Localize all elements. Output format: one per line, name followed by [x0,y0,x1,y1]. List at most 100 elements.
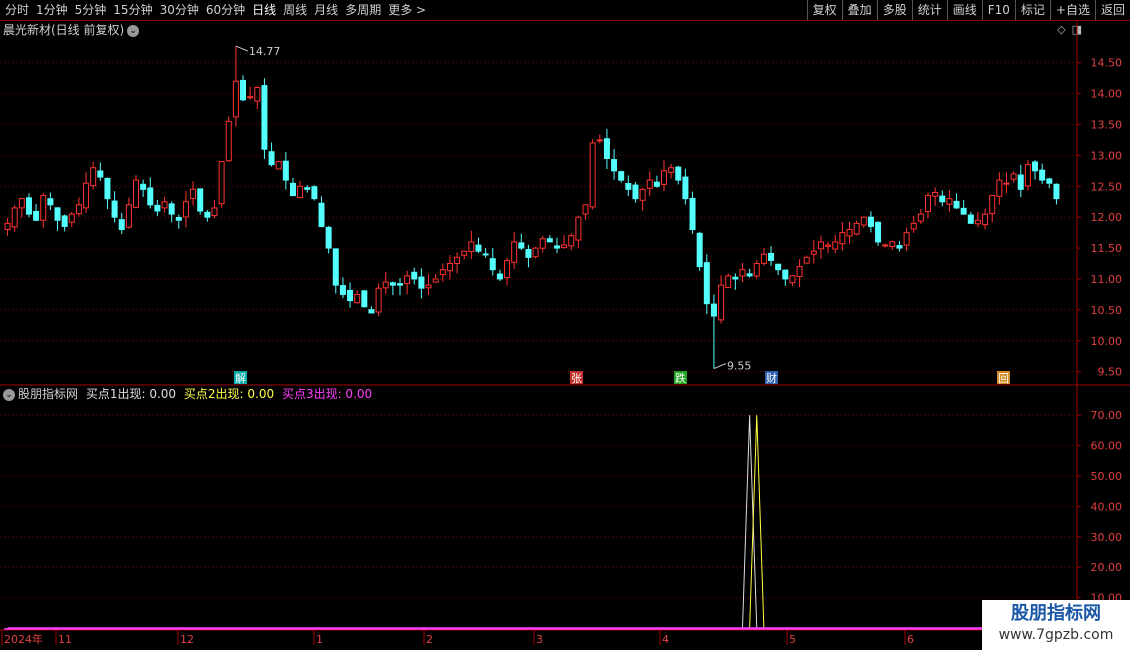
candle-body [397,283,403,286]
event-marker-label: 张 [571,372,582,385]
candle-body [218,161,225,205]
candle-body [118,219,125,231]
candle-body [953,200,960,209]
candle-body [175,217,182,221]
y-tick-label: 14.00 [1091,88,1123,101]
candle-body [418,276,425,289]
candle-body [875,221,882,243]
candle-body [282,160,289,181]
candle-body [825,244,832,247]
candle-body [989,195,996,215]
candle-body [839,232,846,245]
candle-body [661,170,667,185]
candle-body [775,263,782,271]
event-marker [674,371,687,384]
candle-body [768,252,775,261]
candle-body [760,253,767,264]
diamond-icon[interactable]: ◇ [1057,23,1065,36]
candle-body [4,222,11,231]
candle-body [746,273,753,277]
candle-body [140,183,147,190]
action-button-4[interactable]: 画线 [946,0,982,20]
candle-body [996,179,1003,197]
panel-toggle-icon[interactable]: ◨ [1072,23,1082,36]
y-tick-label: 11.50 [1091,242,1123,255]
period-tab-4[interactable]: 30分钟 [157,1,202,19]
candle-body [817,241,824,250]
period-tab-5[interactable]: 60分钟 [203,1,248,19]
candle-body [803,256,810,264]
candle-body [225,120,232,162]
candle-body [496,273,503,280]
x-tick-label: 4 [662,633,669,646]
candle-body [889,241,896,248]
candle-body [611,159,618,172]
candle-body [404,275,411,284]
y-tick-label: 13.50 [1091,119,1123,132]
period-tab-8[interactable]: 月线 [311,1,341,19]
candle-body [511,241,518,263]
x-tick-label: 6 [907,633,914,646]
candle-body [182,201,189,218]
action-buttons: 复权 叠加 多股 统计 画线 F10 标记 +自选 返回 [806,0,1130,20]
candle-body [1017,174,1024,190]
period-tab-7[interactable]: 周线 [280,1,310,19]
candle-body [104,177,111,200]
x-tick-label: 2024年 [4,632,43,646]
candle-body [1053,183,1060,200]
y-tick-label: 10.50 [1091,304,1123,317]
candle-body [354,293,361,304]
candle-body [68,213,75,223]
action-button-3[interactable]: 统计 [911,0,947,20]
candle-body [718,284,725,321]
candle-body [90,167,97,187]
chevron-down-icon[interactable]: ⌄ [3,388,15,401]
candle-body [240,79,247,101]
watermark-url: www.7gpzb.com [998,627,1114,643]
candle-body [211,207,218,216]
candle-body [232,80,239,118]
y-tick-label: 14.50 [1091,57,1123,70]
y-tick-label: 9.50 [1098,366,1123,379]
candle-body [960,207,967,215]
candle-body [618,171,625,181]
event-marker [570,371,583,384]
candle-body [461,250,468,256]
candle-body [83,182,90,209]
candle-body [732,276,739,280]
candle-body [25,197,32,215]
candle-body [539,238,546,249]
period-tab-2[interactable]: 5分钟 [72,1,110,19]
candle-body [154,204,161,212]
action-button-7[interactable]: +自选 [1049,0,1095,20]
period-tab-6[interactable]: 日线 [249,1,279,19]
period-tab-10[interactable]: 更多 > [385,1,429,19]
action-button-0[interactable]: 复权 [806,0,842,20]
candle-body [475,244,482,252]
candle-body [254,86,261,102]
max-label: 14.77 [249,45,281,58]
candle-body [896,245,903,249]
candle-body [1010,173,1017,180]
action-button-8[interactable]: 返回 [1094,0,1130,20]
action-button-2[interactable]: 多股 [876,0,912,20]
x-tick-label: 11 [58,633,72,646]
period-tab-3[interactable]: 15分钟 [110,1,155,19]
action-button-6[interactable]: 标记 [1014,0,1050,20]
period-tab-1[interactable]: 1分钟 [33,1,71,19]
action-button-1[interactable]: 叠加 [841,0,877,20]
chevron-down-icon[interactable]: ⌄ [127,24,140,37]
action-button-5[interactable]: F10 [981,0,1015,20]
candle-body [532,247,539,258]
candle-body [796,266,803,278]
candle-body [411,271,418,280]
candle-body [561,244,568,249]
period-tab-9[interactable]: 多周期 [342,1,384,19]
candle-body [97,170,104,178]
candle-body [325,226,332,249]
period-tab-0[interactable]: 分时 [2,1,32,19]
candle-body [810,250,817,255]
watermark-title: 股朋指标网 [1011,603,1101,624]
candle-body [603,138,610,159]
candle-body [653,181,660,187]
